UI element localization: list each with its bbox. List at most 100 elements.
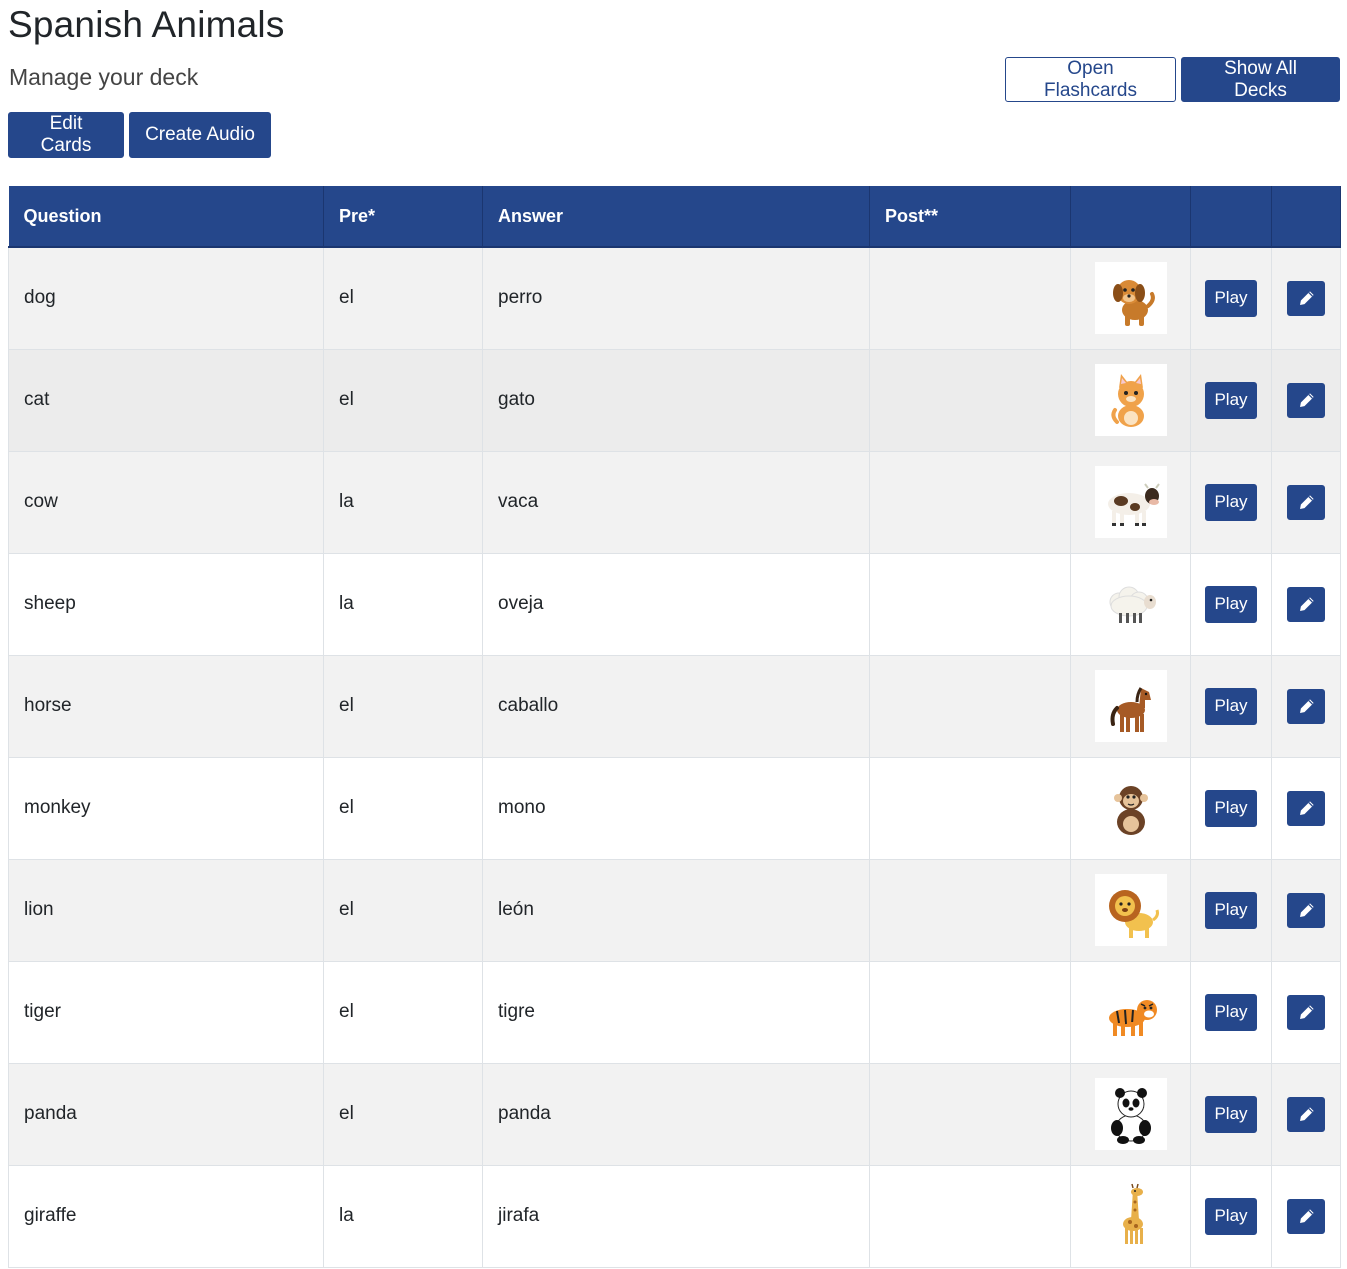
deck-page: Spanish Animals Manage your deck Open Fl… (0, 0, 1347, 1269)
cell-question: lion (8, 859, 324, 962)
edit-card-button[interactable] (1287, 382, 1325, 418)
play-button[interactable]: Play (1205, 483, 1257, 521)
page-subtitle: Manage your deck (9, 64, 199, 90)
cell-image (1070, 451, 1191, 554)
table-row: panda el panda Play (8, 1063, 1341, 1166)
cell-post (869, 757, 1071, 860)
cell-answer: perro (482, 247, 870, 350)
play-button[interactable]: Play (1205, 1197, 1257, 1235)
play-button[interactable]: Play (1205, 993, 1257, 1031)
table-header-row: Question Pre* Answer Post** (8, 186, 1341, 248)
edit-card-button[interactable] (1287, 790, 1325, 826)
cow-icon (1094, 466, 1167, 538)
pencil-icon (1298, 800, 1315, 817)
cell-answer: oveja (482, 553, 870, 656)
play-button[interactable]: Play (1205, 1095, 1257, 1133)
play-button[interactable]: Play (1205, 585, 1257, 623)
cell-post (869, 553, 1071, 656)
cell-post (869, 1165, 1071, 1268)
pencil-icon (1298, 494, 1315, 511)
cell-play: Play (1190, 349, 1272, 452)
column-header-edit (1271, 186, 1341, 248)
cell-image (1070, 247, 1191, 350)
edit-card-button[interactable] (1287, 484, 1325, 520)
table-row: tiger el tigre Play (8, 961, 1341, 1064)
table-row: cat el gato Play (8, 349, 1341, 452)
column-header-post: Post** (869, 186, 1071, 248)
cell-image (1070, 1165, 1191, 1268)
pencil-icon (1298, 902, 1315, 919)
column-header-image (1070, 186, 1191, 248)
cell-question: sheep (8, 553, 324, 656)
cell-answer: panda (482, 1063, 870, 1166)
show-all-decks-button[interactable]: Show All Decks (1181, 57, 1340, 102)
cell-play: Play (1190, 1063, 1272, 1166)
edit-card-button[interactable] (1287, 1096, 1325, 1132)
cell-image (1070, 655, 1191, 758)
horse-icon (1094, 670, 1167, 742)
table-body: dog el perro Play cat el gato Play cow l… (8, 247, 1341, 1268)
monkey-icon (1094, 772, 1167, 844)
pencil-icon (1298, 1004, 1315, 1021)
create-audio-button[interactable]: Create Audio (129, 112, 271, 158)
pencil-icon (1298, 1106, 1315, 1123)
column-header-answer: Answer (482, 186, 870, 248)
play-button[interactable]: Play (1205, 687, 1257, 725)
pencil-icon (1298, 290, 1315, 307)
table-row: monkey el mono Play (8, 757, 1341, 860)
play-button[interactable]: Play (1205, 789, 1257, 827)
lion-icon (1094, 874, 1167, 946)
edit-card-button[interactable] (1287, 280, 1325, 316)
sheep-icon (1094, 568, 1167, 640)
cell-pre: la (323, 451, 483, 554)
cell-answer: león (482, 859, 870, 962)
cell-question: cow (8, 451, 324, 554)
cell-pre: el (323, 859, 483, 962)
edit-card-button[interactable] (1287, 994, 1325, 1030)
cell-pre: el (323, 247, 483, 350)
cell-pre: la (323, 553, 483, 656)
cell-play: Play (1190, 757, 1272, 860)
cell-question: cat (8, 349, 324, 452)
page-title: Spanish Animals (8, 4, 285, 45)
cell-pre: el (323, 349, 483, 452)
edit-card-button[interactable] (1287, 1198, 1325, 1234)
dog-icon (1094, 262, 1167, 335)
column-header-play (1190, 186, 1272, 248)
edit-card-button[interactable] (1287, 892, 1325, 928)
cell-post (869, 349, 1071, 452)
pencil-icon (1298, 698, 1315, 715)
edit-card-button[interactable] (1287, 586, 1325, 622)
cell-edit (1271, 1165, 1341, 1268)
cell-play: Play (1190, 655, 1272, 758)
cell-answer: jirafa (482, 1165, 870, 1268)
cell-play: Play (1190, 859, 1272, 962)
table-row: lion el león Play (8, 859, 1341, 962)
cell-edit (1271, 961, 1341, 1064)
edit-cards-button[interactable]: Edit Cards (8, 112, 124, 158)
giraffe-icon (1094, 1180, 1167, 1252)
open-flashcards-button[interactable]: Open Flashcards (1005, 57, 1176, 102)
cell-edit (1271, 757, 1341, 860)
cell-question: horse (8, 655, 324, 758)
cards-table: Question Pre* Answer Post** dog el perro… (8, 186, 1341, 1268)
play-button[interactable]: Play (1205, 279, 1257, 317)
cell-edit (1271, 451, 1341, 554)
cell-image (1070, 1063, 1191, 1166)
column-header-pre: Pre* (323, 186, 483, 248)
cell-edit (1271, 349, 1341, 452)
play-button[interactable]: Play (1205, 891, 1257, 929)
cell-image (1070, 757, 1191, 860)
edit-card-button[interactable] (1287, 688, 1325, 724)
cell-pre: el (323, 961, 483, 1064)
cell-edit (1271, 655, 1341, 758)
cell-question: monkey (8, 757, 324, 860)
table-row: sheep la oveja Play (8, 553, 1341, 656)
play-button[interactable]: Play (1205, 381, 1257, 419)
pencil-icon (1298, 596, 1315, 613)
cell-image (1070, 553, 1191, 656)
cat-icon (1094, 364, 1167, 436)
cell-post (869, 247, 1071, 350)
column-header-question: Question (8, 186, 324, 248)
cell-edit (1271, 247, 1341, 350)
